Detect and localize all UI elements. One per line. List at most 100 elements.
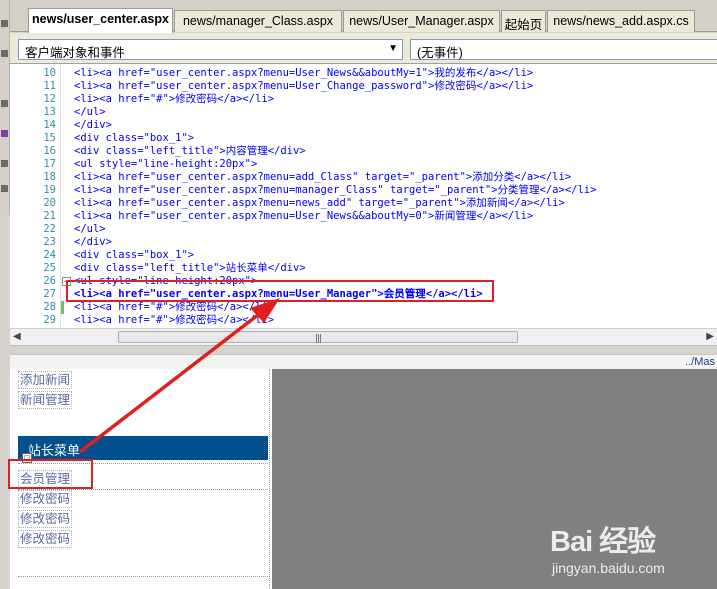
code-line[interactable]: 11 <li><a href="user_center.aspx?menu=Use… <box>10 80 710 93</box>
tab-label: news/User_Manager.aspx <box>349 14 494 28</box>
code-text: <li><a href="#">修改密码</a></li> <box>74 301 275 313</box>
design-link-add-news[interactable]: 添加新闻 <box>18 371 73 389</box>
code-text: <div class="box_1"> <box>74 249 195 261</box>
code-line[interactable]: 29 <li><a href="#">修改密码</a></li> <box>10 314 710 327</box>
toolbox-icon[interactable] <box>1 185 8 192</box>
toolbox-strip <box>0 0 10 215</box>
line-number: 16 <box>43 145 56 157</box>
code-text: </ul> <box>74 223 106 235</box>
code-text: <li><a href="#">修改密码</a></li> <box>74 314 275 326</box>
code-line[interactable]: 18 <li><a href="user_center.aspx?menu=add… <box>10 171 710 184</box>
code-text: <li><a href="user_center.aspx?menu=manag… <box>74 184 597 196</box>
code-line[interactable]: 25 <div class="left_title">站长菜单</div> <box>10 262 710 275</box>
line-number: 18 <box>43 171 56 183</box>
code-line[interactable]: 24 <div class="box_1"> <box>10 249 710 262</box>
toolbox-icon[interactable] <box>1 160 8 167</box>
line-number: 22 <box>43 223 56 235</box>
horizontal-scrollbar[interactable]: ◀ ||| ▶ <box>10 328 717 345</box>
code-line[interactable]: 10 <li><a href="user_center.aspx?menu=Use… <box>10 67 710 80</box>
code-text: <li><a href="user_center.aspx?menu=User_… <box>74 67 534 79</box>
admin-menu-title: 站长菜单 <box>18 436 268 460</box>
chevron-down-icon: ▼ <box>388 43 398 54</box>
line-number: 15 <box>43 132 56 144</box>
design-link-change-pwd[interactable]: 修改密码 <box>18 490 73 508</box>
code-text: </div> <box>74 119 112 131</box>
tag-path[interactable]: ../Mas <box>685 356 715 368</box>
code-text: <li><a href="#">修改密码</a></li> <box>74 93 275 105</box>
scroll-thumb[interactable]: ||| <box>118 331 518 344</box>
code-line[interactable]: 12 <li><a href="#">修改密码</a></li> <box>10 93 710 106</box>
tab-manager-class[interactable]: news/manager_Class.aspx <box>174 10 342 32</box>
divider <box>18 576 268 577</box>
tab-user-center[interactable]: news/user_center.aspx <box>28 8 173 33</box>
line-number: 28 <box>43 301 56 313</box>
code-text: <li><a href="user_center.aspx?menu=add_C… <box>74 171 572 183</box>
tab-user-manager[interactable]: news/User_Manager.aspx <box>343 10 500 32</box>
line-number: 20 <box>43 197 56 209</box>
code-line[interactable]: 16 <div class="left_title">内容管理</div> <box>10 145 710 158</box>
code-text: </div> <box>74 236 112 248</box>
design-link-news-manage[interactable]: 新闻管理 <box>18 391 73 409</box>
baidu-jingyan-watermark: Bai 经验 jingyan.baidu.com <box>548 512 717 589</box>
toolbox-icon[interactable] <box>1 20 8 27</box>
brush-icon[interactable] <box>1 130 8 137</box>
code-line[interactable]: 22 </ul> <box>10 223 710 236</box>
line-number: 17 <box>43 158 56 170</box>
code-text: <div class="left_title">站长菜单</div> <box>74 262 306 274</box>
tab-label: 起始页 <box>504 18 543 32</box>
code-line[interactable]: 20 <li><a href="user_center.aspx?menu=new… <box>10 197 710 210</box>
line-number: 21 <box>43 210 56 222</box>
line-number: 26 <box>43 275 56 287</box>
code-text: <li><a href="user_center.aspx?menu=User_… <box>74 210 534 222</box>
grip-icon: ||| <box>315 334 322 344</box>
admin-menu-label: 站长菜单 <box>28 444 81 459</box>
code-text: <div class="left_title">内容管理</div> <box>74 145 306 157</box>
line-number: 23 <box>43 236 56 248</box>
tab-label: news/news_add.aspx.cs <box>553 14 689 28</box>
watermark-url: jingyan.baidu.com <box>552 560 665 576</box>
line-number: 14 <box>43 119 56 131</box>
code-line[interactable]: 15 <div class="box_1"> <box>10 132 710 145</box>
document-tabs: news/user_center.aspx news/manager_Class… <box>10 0 717 33</box>
code-line[interactable]: 19 <li><a href="user_center.aspx?menu=man… <box>10 184 710 197</box>
client-object-select[interactable]: 客户端对象和事件 ▼ <box>18 39 403 60</box>
line-number: 25 <box>43 262 56 274</box>
tab-start-page[interactable]: 起始页 <box>501 10 546 32</box>
event-dropdown-row: 客户端对象和事件 ▼ (无事件) <box>10 33 717 63</box>
line-number: 13 <box>43 106 56 118</box>
code-text: <li><a href="user_center.aspx?menu=news_… <box>74 197 565 209</box>
line-number: 19 <box>43 184 56 196</box>
watermark-logo: Bai 经验 <box>550 526 656 558</box>
select-value: (无事件) <box>417 46 463 60</box>
code-line[interactable]: 14 </div> <box>10 119 710 132</box>
design-highlight-box <box>8 459 93 489</box>
toolbox-icon[interactable] <box>1 100 8 107</box>
tab-label: news/user_center.aspx <box>32 12 169 26</box>
tab-label: news/manager_Class.aspx <box>182 14 334 28</box>
code-line[interactable]: 21 <li><a href="user_center.aspx?menu=Use… <box>10 210 710 223</box>
code-line[interactable]: 23 </div> <box>10 236 710 249</box>
event-select[interactable]: (无事件) <box>410 39 717 60</box>
code-line[interactable]: 17 <ul style="line-height:20px"> <box>10 158 710 171</box>
code-text: </ul> <box>74 106 106 118</box>
select-value: 客户端对象和事件 <box>25 46 126 60</box>
code-text: <li><a href="user_center.aspx?menu=User_… <box>74 80 534 92</box>
tag-path-bar: ../Mas <box>10 354 717 369</box>
code-highlight-box <box>66 280 494 302</box>
view-splitter[interactable] <box>10 345 717 354</box>
code-line[interactable]: 28 <li><a href="#">修改密码</a></li> <box>10 301 710 314</box>
scroll-right-icon[interactable]: ▶ <box>706 331 714 342</box>
tab-news-add-cs[interactable]: news/news_add.aspx.cs <box>547 10 695 32</box>
line-number: 24 <box>43 249 56 261</box>
code-text: <div class="box_1"> <box>74 132 195 144</box>
design-link-change-pwd[interactable]: 修改密码 <box>18 530 73 548</box>
design-link-change-pwd[interactable]: 修改密码 <box>18 510 73 528</box>
line-number: 12 <box>43 93 56 105</box>
ide-window: news/user_center.aspx news/manager_Class… <box>0 0 717 589</box>
scroll-left-icon[interactable]: ◀ <box>13 331 21 342</box>
code-line[interactable]: 13 </ul> <box>10 106 710 119</box>
line-number: 10 <box>43 67 56 79</box>
line-number: 11 <box>43 80 56 92</box>
toolbox-icon[interactable] <box>1 50 8 57</box>
line-number: 27 <box>43 288 56 300</box>
